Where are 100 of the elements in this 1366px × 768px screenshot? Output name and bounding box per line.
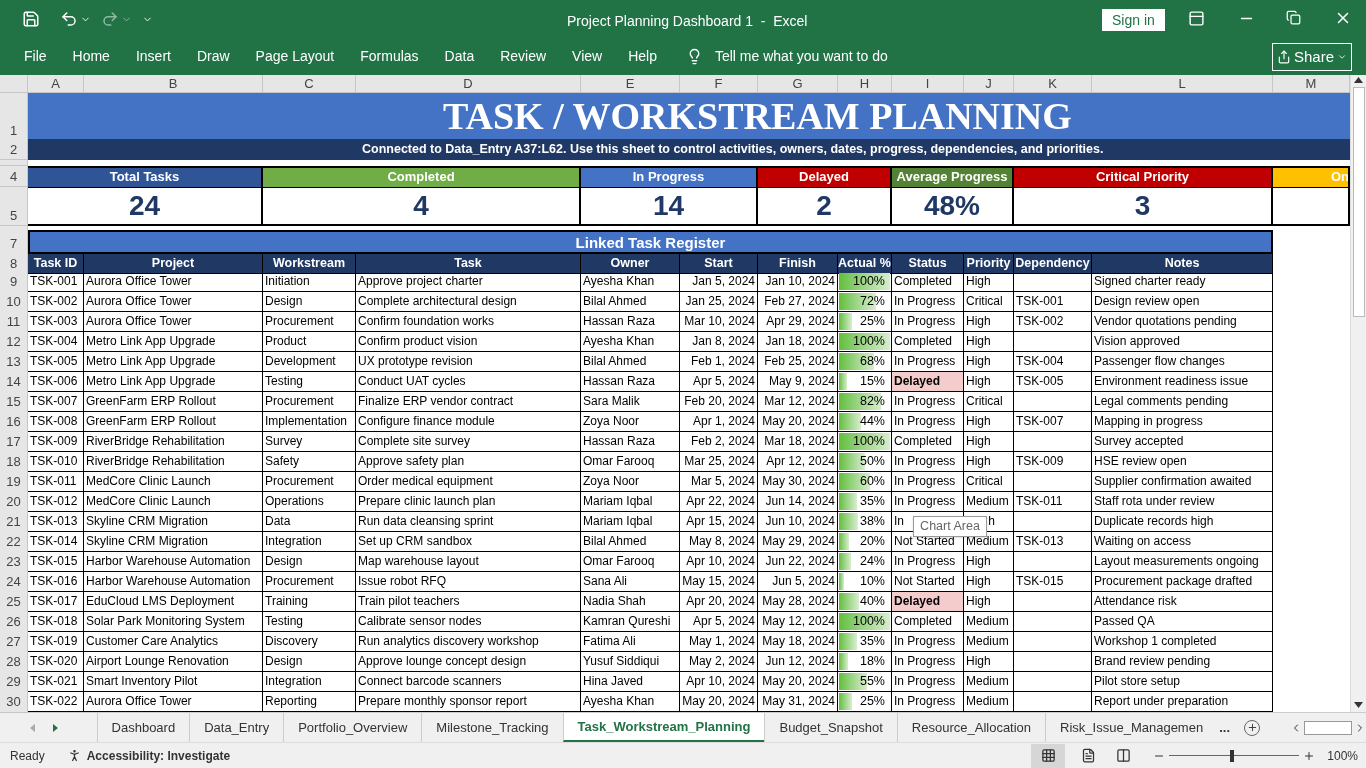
row-header[interactable]: 22 — [0, 532, 28, 553]
column-header[interactable]: K — [1014, 75, 1092, 93]
table-cell: Vendor quotations pending — [1092, 312, 1273, 332]
table-cell: TSK-015 — [1014, 572, 1092, 592]
column-header[interactable]: H — [838, 75, 892, 93]
row-header[interactable]: 4 — [0, 166, 28, 187]
table-cell: Metro Link App Upgrade — [84, 372, 263, 392]
row-header[interactable]: 29 — [0, 672, 28, 693]
row-header[interactable]: 5 — [0, 187, 28, 226]
table-cell: May 20, 2024 — [758, 412, 838, 432]
row-header[interactable]: 9 — [0, 272, 28, 293]
column-header[interactable]: I — [892, 75, 964, 93]
zoom-slider[interactable] — [1169, 749, 1300, 762]
row-header[interactable]: 12 — [0, 332, 28, 353]
page-break-view-icon[interactable] — [1116, 748, 1132, 763]
ribbon-tab[interactable]: Home — [72, 46, 110, 67]
page-layout-view-icon[interactable] — [1081, 748, 1097, 763]
normal-view-button[interactable] — [1031, 743, 1066, 768]
table-cell: TSK-012 — [28, 492, 84, 512]
horizontal-scrollbar[interactable] — [1304, 720, 1352, 735]
accessibility-status[interactable]: Accessibility: Investigate — [86, 746, 231, 765]
row-header[interactable]: 1 — [0, 93, 28, 141]
column-heading: Owner — [581, 252, 680, 274]
row-header[interactable]: 21 — [0, 512, 28, 533]
table-cell: Aurora Office Tower — [84, 272, 263, 292]
share-button[interactable]: Share — [1272, 43, 1352, 71]
column-header[interactable]: D — [356, 75, 581, 93]
ribbon-display-icon[interactable] — [1188, 10, 1205, 27]
row-header[interactable]: 11 — [0, 312, 28, 333]
table-cell: Operations — [263, 492, 356, 512]
table-cell: TSK-004 — [1014, 352, 1092, 372]
table-cell: TSK-002 — [28, 292, 84, 312]
ribbon-tab[interactable]: Help — [628, 46, 657, 67]
more-tabs[interactable]: ... — [1217, 713, 1230, 742]
row-header[interactable]: 14 — [0, 372, 28, 393]
vertical-scrollbar[interactable] — [1350, 75, 1366, 712]
ribbon-tab[interactable]: View — [572, 46, 603, 67]
table-cell: Apr 1, 2024 — [680, 412, 758, 432]
row-header[interactable]: 18 — [0, 452, 28, 473]
table-cell: Bilal Ahmed — [581, 532, 680, 552]
column-heading: Dependency — [1014, 252, 1092, 274]
row-header[interactable]: 16 — [0, 412, 28, 433]
table-cell: Hina Javed — [581, 672, 680, 692]
table-cell: May 1, 2024 — [680, 632, 758, 652]
next-sheet-icon[interactable] — [53, 723, 58, 732]
column-header[interactable]: L — [1092, 75, 1273, 93]
undo-icon[interactable] — [60, 10, 78, 28]
table-cell: Complete site survey — [356, 432, 581, 452]
ribbon-tab[interactable]: File — [24, 46, 47, 67]
row-header[interactable]: 10 — [0, 292, 28, 313]
scroll-thumb[interactable] — [1352, 87, 1365, 317]
column-heading: Task — [356, 252, 581, 274]
ribbon-tab[interactable]: Formulas — [360, 46, 419, 67]
row-header[interactable]: 26 — [0, 612, 28, 633]
row-header[interactable]: 28 — [0, 652, 28, 673]
progress-value: 24% — [859, 553, 885, 570]
ribbon-tab[interactable]: Draw — [196, 46, 230, 67]
ribbon-tab[interactable]: Page Layout — [255, 46, 335, 67]
column-header[interactable]: J — [964, 75, 1014, 93]
row-header[interactable]: 27 — [0, 632, 28, 653]
save-icon[interactable] — [22, 10, 40, 28]
row-header[interactable]: 8 — [0, 252, 28, 274]
table-cell: UX prototype revision — [356, 352, 581, 372]
ribbon-tab[interactable]: Data — [444, 46, 475, 67]
row-header[interactable]: 30 — [0, 692, 28, 713]
row-header[interactable]: 7 — [0, 230, 28, 254]
column-header[interactable]: B — [84, 75, 263, 93]
row-header[interactable]: 15 — [0, 392, 28, 413]
row-header[interactable]: 20 — [0, 492, 28, 513]
scroll-up-icon[interactable] — [1354, 77, 1363, 83]
table-cell: Mar 18, 2024 — [758, 432, 838, 452]
column-header[interactable]: A — [28, 75, 84, 93]
column-header[interactable]: E — [581, 75, 680, 93]
column-header[interactable]: M — [1273, 75, 1350, 93]
row-header[interactable]: 2 — [0, 139, 28, 160]
restore-icon[interactable] — [1286, 10, 1301, 25]
table-cell: High — [964, 592, 1014, 612]
table-cell: Design — [263, 652, 356, 672]
row-header[interactable]: 25 — [0, 592, 28, 613]
sheet-tab[interactable]: Task_Workstream_Planning — [562, 713, 765, 742]
table-cell: Run data cleansing sprint — [356, 512, 581, 532]
row-header[interactable]: 17 — [0, 432, 28, 453]
table-cell: High — [964, 412, 1014, 432]
sign-in-button[interactable]: Sign in — [1102, 9, 1165, 31]
row-header[interactable]: 24 — [0, 572, 28, 593]
row-header[interactable]: 19 — [0, 472, 28, 493]
column-header[interactable]: F — [680, 75, 758, 93]
zoom-in-icon[interactable] — [1303, 749, 1316, 762]
table-cell: Environment readiness issue — [1092, 372, 1273, 392]
column-header[interactable]: C — [263, 75, 356, 93]
table-cell: High — [964, 652, 1014, 672]
row-header[interactable]: 13 — [0, 352, 28, 373]
zoom-level[interactable]: 100% — [1327, 746, 1358, 765]
row-header[interactable]: 23 — [0, 552, 28, 573]
column-header[interactable]: G — [758, 75, 838, 93]
ribbon-tab[interactable]: Review — [500, 46, 547, 67]
zoom-thumb[interactable] — [1230, 749, 1235, 762]
tell-me-field[interactable]: Tell me what you want to do — [714, 46, 888, 67]
scroll-down-icon[interactable] — [1354, 702, 1363, 708]
ribbon-tab[interactable]: Insert — [135, 46, 171, 67]
